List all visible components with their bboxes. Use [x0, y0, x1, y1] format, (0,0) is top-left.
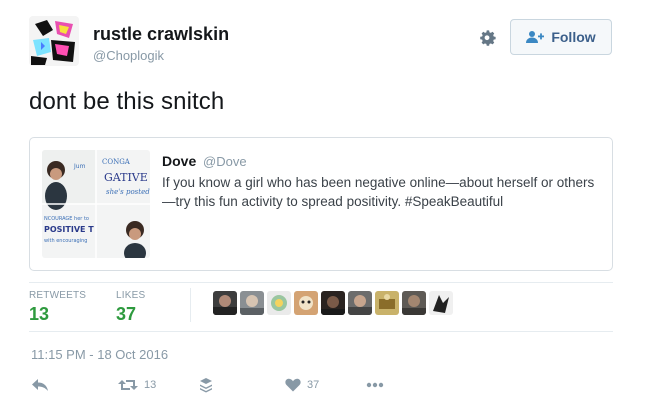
quoted-tweet-media[interactable]: Jum CONGA GATIVE TWE she's posted NCOURA… [42, 150, 150, 258]
liker-avatar[interactable] [213, 291, 237, 315]
heart-icon [285, 378, 301, 392]
tweet-timestamp[interactable]: 11:15 PM - 18 Oct 2016 [31, 347, 168, 362]
gear-icon[interactable] [476, 27, 498, 49]
follow-label: Follow [551, 29, 596, 45]
liker-avatar[interactable] [402, 291, 426, 315]
reply-icon [32, 379, 48, 391]
svg-text:with encouraging: with encouraging [44, 238, 87, 244]
svg-text:NCOURAGE her to: NCOURAGE her to [44, 216, 89, 222]
quoted-author-handle[interactable]: @Dove [203, 154, 247, 169]
follow-button[interactable]: Follow [510, 19, 612, 55]
layers-icon [200, 378, 212, 393]
retweets-label: RETWEETS [29, 290, 87, 301]
svg-text:she's posted: she's posted [106, 188, 150, 196]
retweet-button[interactable]: 13 [118, 378, 156, 392]
author-name[interactable]: rustle crawlskin [93, 24, 229, 45]
stack-button[interactable] [199, 377, 213, 393]
svg-text:Jum: Jum [73, 163, 86, 170]
media-word-1: CONGA [102, 158, 131, 166]
likes-count[interactable]: 37 [116, 304, 136, 325]
add-user-icon [526, 31, 545, 43]
liker-avatar[interactable] [348, 291, 372, 315]
liker-avatar[interactable] [429, 291, 453, 315]
divider [29, 282, 613, 283]
liker-avatars [213, 291, 453, 315]
more-icon [366, 382, 384, 388]
likes-label: LIKES [116, 290, 146, 301]
liker-avatar[interactable] [294, 291, 318, 315]
media-word-3: POSITIVE T [44, 225, 94, 234]
author-avatar[interactable] [29, 16, 79, 66]
like-count: 37 [307, 379, 320, 391]
like-button[interactable]: 37 [285, 378, 319, 392]
tweet-text: dont be this snitch [29, 88, 225, 115]
liker-avatar[interactable] [375, 291, 399, 315]
retweets-count[interactable]: 13 [29, 304, 49, 325]
liker-avatar[interactable] [267, 291, 291, 315]
author-handle[interactable]: @Choplogik [93, 48, 164, 63]
liker-avatar[interactable] [321, 291, 345, 315]
quoted-tweet-text: If you know a girl who has been negative… [162, 175, 595, 209]
retweet-count: 13 [144, 379, 157, 391]
stats-divider [190, 288, 191, 322]
more-button[interactable] [366, 382, 384, 388]
media-word-2: GATIVE TWE [104, 171, 150, 184]
divider [29, 331, 613, 332]
reply-button[interactable] [31, 378, 49, 392]
quoted-author-name[interactable]: Dove [162, 153, 196, 169]
retweet-icon [118, 380, 138, 390]
liker-avatar[interactable] [240, 291, 264, 315]
